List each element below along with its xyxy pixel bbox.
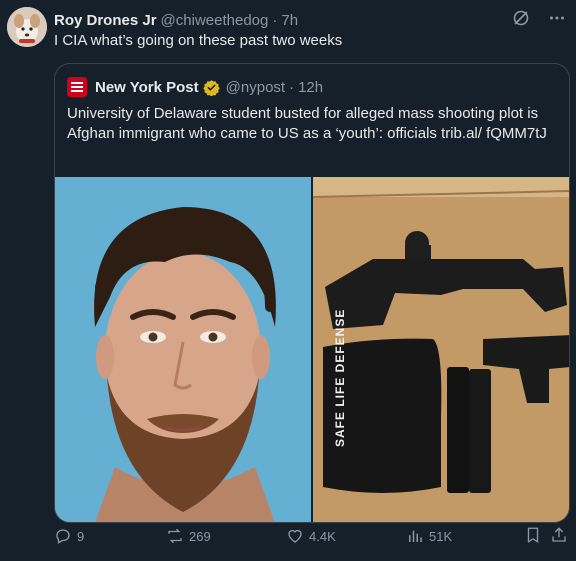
grok-icon[interactable] [512,9,530,32]
views-icon [406,527,424,545]
like-button[interactable]: 4.4K [286,527,336,545]
nypost-avatar[interactable] [67,77,87,97]
tweet-header: Roy Drones Jr @chiweethedog · 7h [54,9,566,32]
reply-button[interactable]: 9 [54,527,84,545]
verified-badge-icon [202,79,220,96]
like-count: 4.4K [309,528,336,544]
more-icon[interactable] [548,9,566,32]
views-count: 51K [429,528,453,544]
tweet-time[interactable]: 7h [281,11,298,30]
quote-author-handle: @nypost [225,78,286,96]
dot-separator: · [289,78,295,96]
quote-header: New York Post @nypost · 12h [67,77,323,97]
author-handle[interactable]: @chiweethedog [161,11,269,30]
header-icons [512,9,566,32]
quoted-tweet[interactable]: New York Post @nypost · 12h University o… [54,63,570,523]
share-icon[interactable] [550,526,568,547]
avatar[interactable] [7,7,47,47]
reply-count: 9 [77,528,85,544]
mugshot-photo[interactable] [55,177,311,522]
repost-button[interactable]: 269 [166,527,211,545]
quote-time: 12h [298,78,324,96]
tweet-text: I CIA what’s going on these past two wee… [54,32,343,49]
evidence-photo[interactable]: SAFE LIFE DEFENSE [313,177,569,522]
author-name[interactable]: Roy Drones Jr [54,11,157,30]
like-icon [286,527,304,545]
vest-label: SAFE LIFE DEFENSE [333,308,347,447]
quote-author-name: New York Post [95,78,199,96]
repost-icon [166,527,184,545]
dot-separator: · [272,12,278,29]
reply-icon [54,527,72,545]
views-button[interactable]: 51K [406,527,452,545]
quote-media[interactable]: SAFE LIFE DEFENSE [55,177,569,522]
quote-text: University of Delaware student busted fo… [67,105,547,142]
bookmark-icon[interactable] [524,526,542,547]
repost-count: 269 [189,528,211,544]
